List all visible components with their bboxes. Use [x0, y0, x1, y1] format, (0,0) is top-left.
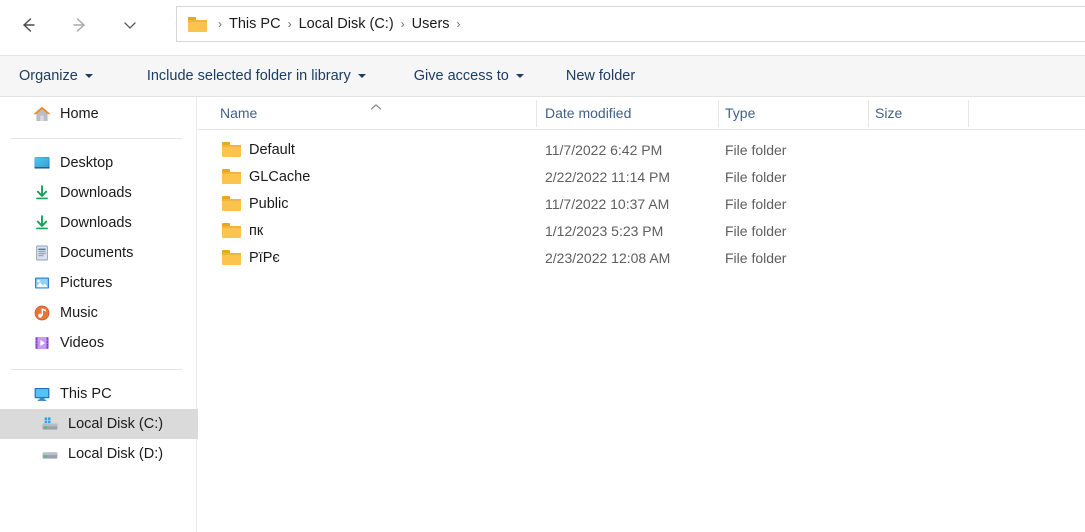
- back-button[interactable]: [8, 5, 48, 45]
- home-icon: [32, 104, 52, 124]
- download-icon: [32, 213, 52, 233]
- breadcrumb-this-pc[interactable]: This PC: [229, 16, 281, 32]
- file-type: File folder: [725, 196, 787, 212]
- sidebar-label-home: Home: [60, 106, 99, 122]
- sidebar-label-videos: Videos: [60, 335, 105, 351]
- table-row[interactable]: пк 1/12/2023 5:23 PM File folder: [198, 218, 1085, 245]
- chevron-up-icon: [370, 98, 382, 110]
- file-date-modified: 2/22/2022 11:14 PM: [545, 169, 671, 185]
- column-divider[interactable]: [968, 100, 969, 127]
- column-header-name[interactable]: Name: [220, 105, 257, 121]
- chevron-down-icon: [515, 74, 524, 78]
- breadcrumb-separator: ›: [287, 17, 292, 31]
- documents-icon: [32, 243, 52, 263]
- sidebar-item-desktop[interactable]: Desktop: [0, 148, 227, 178]
- new-folder-label: New folder: [565, 68, 636, 84]
- folder-icon: [222, 250, 242, 266]
- file-date-modified: 11/7/2022 6:42 PM: [545, 142, 663, 158]
- file-type: File folder: [725, 169, 787, 185]
- breadcrumb-separator: ›: [456, 17, 461, 31]
- desktop-icon: [32, 153, 52, 173]
- arrow-left-icon: [23, 17, 35, 32]
- file-date-modified: 2/23/2022 12:08 AM: [545, 250, 671, 266]
- file-date-modified: 11/7/2022 10:37 AM: [545, 196, 670, 212]
- sidebar-divider-2: [11, 369, 182, 370]
- column-divider[interactable]: [868, 100, 869, 127]
- folder-icon: [222, 169, 242, 185]
- sidebar-item-downloads-2[interactable]: Downloads: [0, 208, 227, 238]
- pictures-icon: [32, 273, 52, 293]
- file-type: File folder: [725, 142, 787, 158]
- file-name: PïPє: [249, 250, 280, 266]
- table-row[interactable]: GLCache 2/22/2022 11:14 PM File folder: [198, 164, 1085, 191]
- download-icon: [32, 183, 52, 203]
- system-drive-icon: [40, 414, 60, 434]
- chevron-down-icon: [357, 74, 366, 78]
- folder-icon: [222, 223, 242, 239]
- organize-button[interactable]: Organize: [19, 56, 93, 96]
- file-type: File folder: [725, 223, 787, 239]
- sidebar-item-videos[interactable]: Videos: [0, 328, 227, 358]
- give-access-to-label: Give access to: [413, 68, 509, 84]
- column-header-row: Name Date modified Type Size: [198, 97, 1085, 130]
- sidebar-label-desktop: Desktop: [60, 155, 114, 171]
- file-name: Default: [249, 142, 295, 158]
- folder-icon: [222, 142, 242, 158]
- sidebar-label-downloads-1: Downloads: [60, 185, 132, 201]
- table-row[interactable]: PïPє 2/23/2022 12:08 AM File folder: [198, 245, 1085, 272]
- include-in-library-label: Include selected folder in library: [146, 68, 351, 84]
- sidebar-label-pictures: Pictures: [60, 275, 113, 291]
- breadcrumb-users[interactable]: Users: [412, 16, 450, 32]
- file-name: GLCache: [249, 169, 311, 185]
- sidebar-divider-1: [11, 138, 182, 139]
- monitor-icon: [32, 384, 52, 404]
- recent-locations-button[interactable]: [110, 5, 150, 45]
- drive-icon: [40, 444, 60, 464]
- chevron-down-icon: [84, 74, 93, 78]
- sidebar-label-local-disk-d: Local Disk (D:): [68, 446, 164, 462]
- column-header-date-modified[interactable]: Date modified: [545, 105, 631, 121]
- sidebar-label-music: Music: [60, 305, 98, 321]
- sidebar-item-this-pc[interactable]: This PC: [0, 379, 227, 409]
- sidebar-item-downloads-1[interactable]: Downloads: [0, 178, 227, 208]
- column-divider[interactable]: [536, 100, 537, 127]
- videos-icon: [32, 333, 52, 353]
- sidebar-item-home[interactable]: Home: [0, 99, 227, 129]
- chevron-down-icon: [124, 21, 136, 29]
- column-header-size[interactable]: Size: [875, 105, 902, 121]
- breadcrumb-separator: ›: [218, 17, 222, 31]
- file-date-modified: 1/12/2023 5:23 PM: [545, 223, 664, 239]
- file-name: пк: [249, 223, 264, 239]
- table-row[interactable]: Public 11/7/2022 10:37 AM File folder: [198, 191, 1085, 218]
- sidebar-item-music[interactable]: Music: [0, 298, 227, 328]
- new-folder-button[interactable]: New folder: [566, 56, 635, 96]
- navigation-pane: Home Desktop Downloads Downloads Documen…: [0, 97, 235, 532]
- give-access-to-button[interactable]: Give access to: [414, 56, 524, 96]
- music-icon: [32, 303, 52, 323]
- column-header-type[interactable]: Type: [725, 105, 755, 121]
- folder-icon: [222, 196, 242, 212]
- sidebar-item-documents[interactable]: Documents: [0, 238, 227, 268]
- organize-label: Organize: [19, 68, 78, 84]
- column-divider[interactable]: [718, 100, 719, 127]
- file-name: Public: [249, 196, 289, 212]
- address-bar[interactable]: › This PC › Local Disk (C:) › Users ›: [176, 6, 1085, 42]
- breadcrumb-local-disk-c[interactable]: Local Disk (C:): [299, 16, 394, 32]
- breadcrumb-separator: ›: [400, 17, 405, 31]
- command-toolbar: Organize Include selected folder in libr…: [0, 55, 1085, 97]
- sidebar-label-documents: Documents: [60, 245, 134, 261]
- file-type: File folder: [725, 250, 787, 266]
- address-folder-icon: [188, 16, 208, 32]
- table-row[interactable]: Default 11/7/2022 6:42 PM File folder: [198, 137, 1085, 164]
- include-in-library-button[interactable]: Include selected folder in library: [147, 56, 366, 96]
- sidebar-item-pictures[interactable]: Pictures: [0, 268, 227, 298]
- sidebar-label-downloads-2: Downloads: [60, 215, 132, 231]
- file-explorer-window: › This PC › Local Disk (C:) › Users › Or…: [0, 0, 1085, 532]
- forward-button[interactable]: [60, 5, 100, 45]
- sidebar-label-this-pc: This PC: [60, 386, 112, 402]
- arrow-right-icon: [73, 17, 85, 32]
- file-list-pane: Name Date modified Type Size Default 11/…: [198, 97, 1085, 532]
- sidebar-label-local-disk-c: Local Disk (C:): [68, 416, 164, 432]
